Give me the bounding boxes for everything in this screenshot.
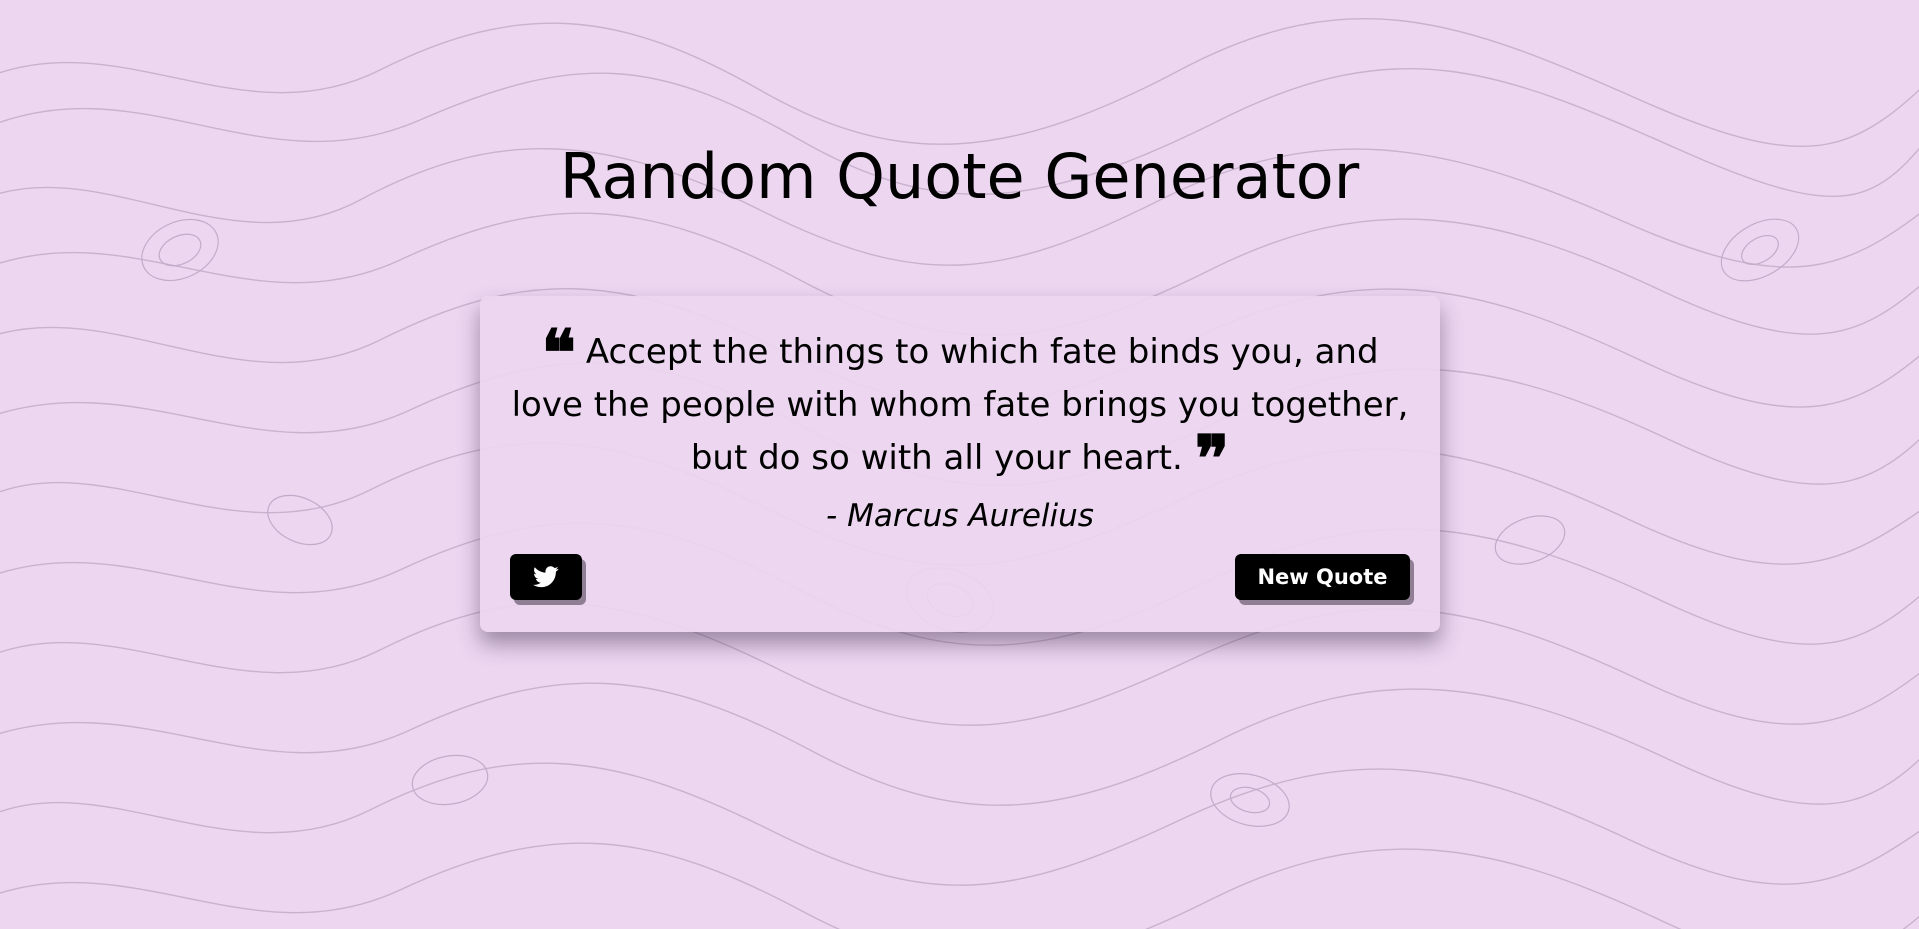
tweet-button[interactable] [510,554,582,600]
close-quote-icon: ❞ [1194,422,1230,497]
quote-author: - Marcus Aurelius [826,498,1094,534]
page-title: Random Quote Generator [559,140,1360,213]
twitter-icon [533,566,559,588]
new-quote-button[interactable]: New Quote [1235,554,1410,600]
quote-card: ❝ Accept the things to which fate binds y… [480,296,1440,632]
quote-block: ❝ Accept the things to which fate binds y… [510,322,1410,497]
quote-text: Accept the things to which fate binds yo… [511,332,1409,478]
open-quote-icon: ❝ [541,316,576,391]
